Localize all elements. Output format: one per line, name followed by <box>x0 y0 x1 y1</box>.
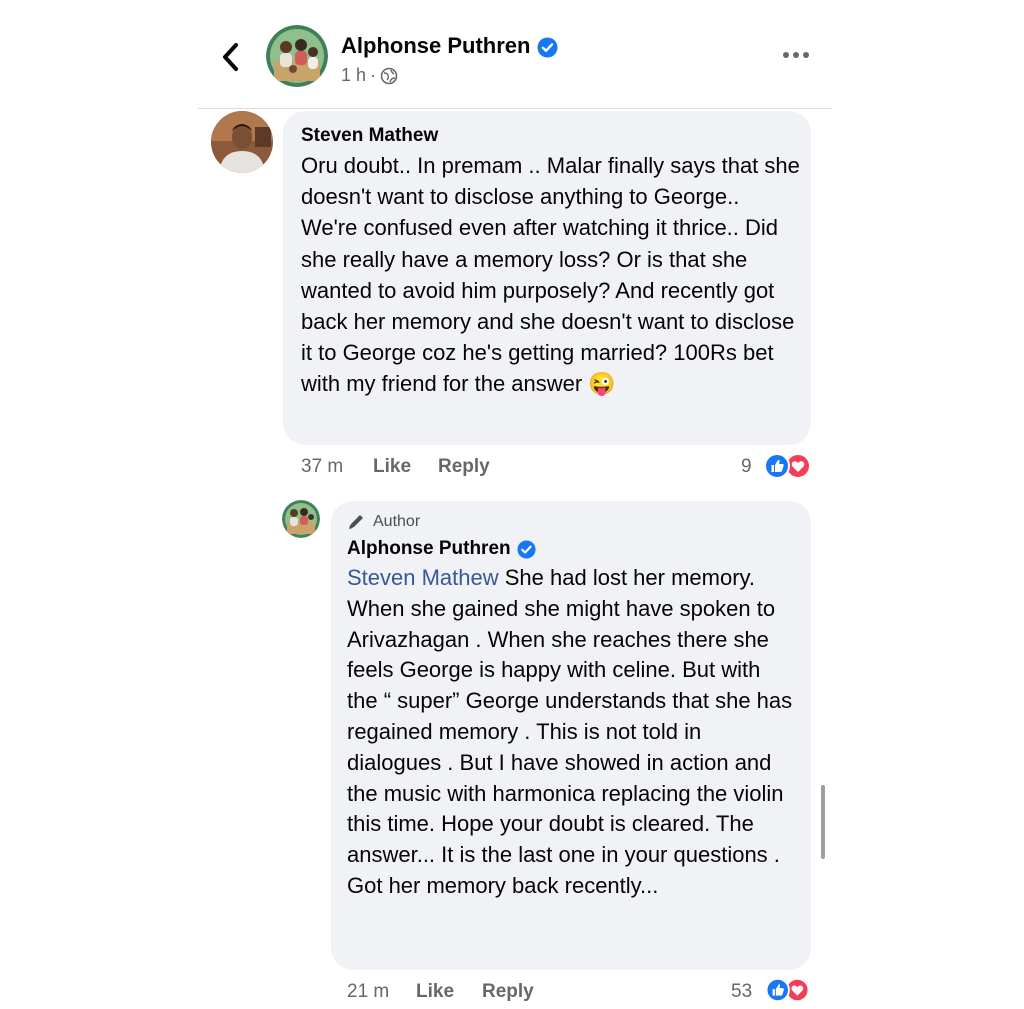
header-divider <box>198 108 832 109</box>
reply-body: She had lost her memory. When she gained… <box>347 565 793 898</box>
reply-like-button[interactable]: Like <box>416 981 454 1003</box>
author-badge: Author <box>347 513 420 531</box>
verified-badge-icon <box>537 37 558 58</box>
like-label: Like <box>416 981 455 1002</box>
meta-separator: · <box>370 65 377 85</box>
post-meta: 1 h · <box>341 65 398 86</box>
reply-reply-button[interactable]: Reply <box>482 981 534 1003</box>
author-badge-label: Author <box>373 513 421 530</box>
pencil-icon <box>349 515 363 529</box>
more-horizontal-icon <box>783 52 809 58</box>
comment-text: Oru doubt.. In premam .. Malar finally s… <box>301 150 801 400</box>
comment-reply-button[interactable]: Reply <box>438 456 490 478</box>
reply-time[interactable]: 21 m <box>347 981 389 1003</box>
scrollbar[interactable] <box>821 785 825 859</box>
like-label: Like <box>373 456 412 477</box>
reply-label: Reply <box>438 456 490 477</box>
page-name[interactable]: Alphonse Puthren <box>341 33 558 59</box>
reply-mention-link[interactable]: Steven Mathew <box>347 565 499 590</box>
reply-label: Reply <box>482 981 534 1002</box>
chevron-left-icon <box>223 43 238 71</box>
comment-reaction-count[interactable]: 9 <box>741 456 752 478</box>
comment-reactions[interactable] <box>762 451 814 486</box>
comment-like-button[interactable]: Like <box>373 456 411 478</box>
winking-tongue-emoji-icon: 😜 <box>588 371 616 397</box>
globe-icon <box>380 67 398 84</box>
comment-time[interactable]: 37 m <box>301 456 343 478</box>
post-time[interactable]: 1 h <box>341 65 366 86</box>
verified-badge-icon <box>517 539 536 559</box>
reply-author-name: Alphonse Puthren <box>347 538 511 559</box>
commenter-avatar[interactable] <box>211 111 273 173</box>
comment-author[interactable]: Steven Mathew <box>301 125 438 147</box>
reply-reactions[interactable] <box>762 976 814 1009</box>
page-avatar[interactable] <box>266 25 328 87</box>
more-options-button[interactable] <box>779 40 813 70</box>
reply-reaction-count[interactable]: 53 <box>731 981 752 1003</box>
reply-author-avatar[interactable] <box>282 500 320 538</box>
back-button[interactable] <box>216 40 246 74</box>
reply-author[interactable]: Alphonse Puthren <box>347 538 536 560</box>
like-reaction-icon <box>764 453 790 479</box>
like-reaction-icon <box>765 977 790 1003</box>
comment-body: Oru doubt.. In premam .. Malar finally s… <box>301 153 800 397</box>
page-name-text: Alphonse Puthren <box>341 33 531 58</box>
reply-text: Steven Mathew She had lost her memory. W… <box>347 563 797 902</box>
